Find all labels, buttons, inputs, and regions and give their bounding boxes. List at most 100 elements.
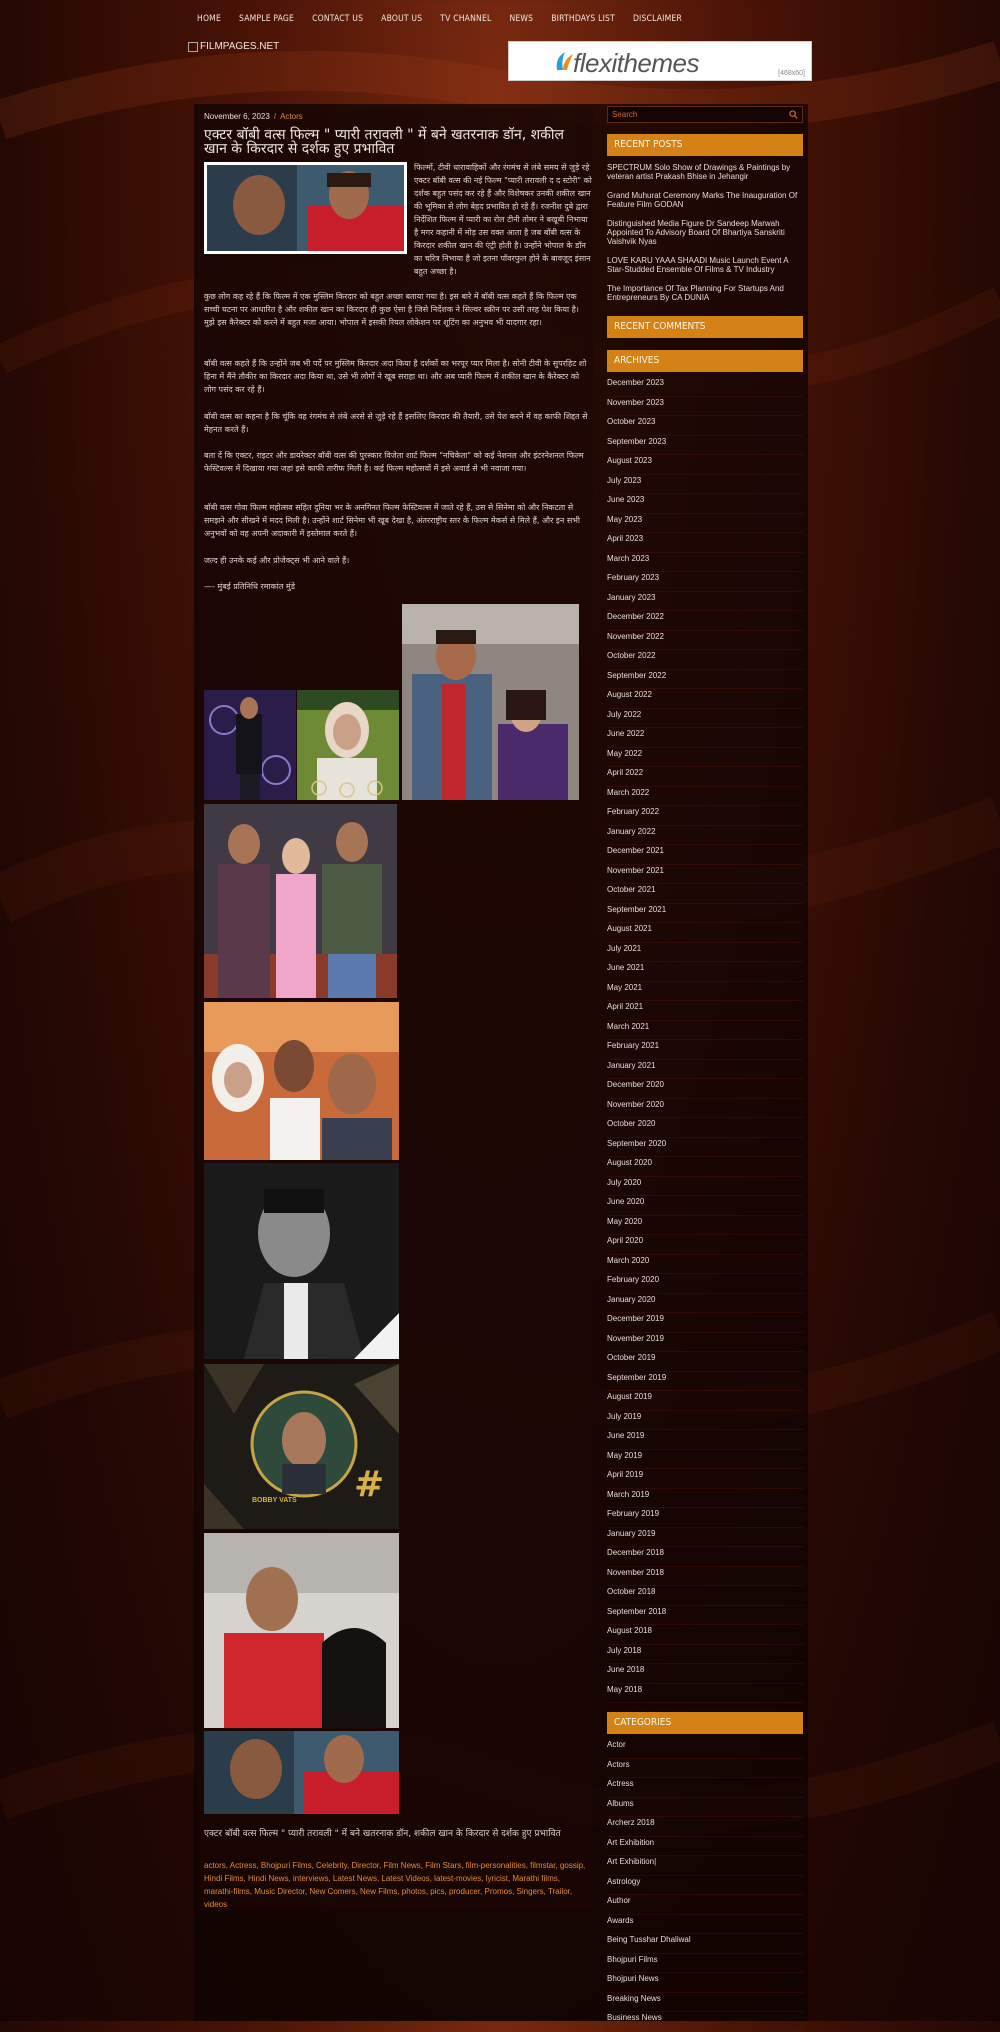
- recent-post-3[interactable]: Distinguished Media Figure Dr Sandeep Ma…: [607, 219, 803, 246]
- category-link[interactable]: Author: [607, 1895, 803, 1915]
- archive-link[interactable]: August 2020: [607, 1157, 803, 1177]
- archive-link[interactable]: July 2019: [607, 1411, 803, 1430]
- category-link[interactable]: Art Exhibition|: [607, 1856, 803, 1876]
- post-tags[interactable]: actors, Actress, Bhojpuri Films, Celebri…: [204, 1859, 590, 1911]
- gallery-photo-poster[interactable]: #: [204, 1364, 399, 1529]
- archive-link[interactable]: April 2023: [607, 533, 803, 553]
- archive-link[interactable]: October 2018: [607, 1586, 803, 1606]
- archive-link[interactable]: April 2021: [607, 1001, 803, 1021]
- site-logo[interactable]: FILMPAGES.NET: [188, 41, 279, 52]
- gallery-photo-award[interactable]: [204, 690, 296, 800]
- archive-link[interactable]: February 2022: [607, 806, 803, 826]
- archive-link[interactable]: February 2019: [607, 1508, 803, 1528]
- archive-link[interactable]: December 2021: [607, 845, 803, 865]
- archive-link[interactable]: May 2023: [607, 514, 803, 533]
- archive-link[interactable]: November 2020: [607, 1099, 803, 1118]
- archive-link[interactable]: February 2020: [607, 1274, 803, 1294]
- category-link[interactable]: Awards: [607, 1915, 803, 1934]
- nav-sample-page[interactable]: SAMPLE PAGE: [230, 8, 303, 30]
- archive-link[interactable]: January 2023: [607, 592, 803, 611]
- archive-link[interactable]: July 2022: [607, 709, 803, 728]
- archive-link[interactable]: May 2022: [607, 748, 803, 767]
- category-link[interactable]: Archerz 2018: [607, 1817, 803, 1837]
- search-icon[interactable]: [789, 110, 798, 119]
- recent-post-5[interactable]: The Importance Of Tax Planning For Start…: [607, 284, 803, 302]
- gallery-photo-couple[interactable]: [204, 1533, 399, 1728]
- archive-link[interactable]: July 2023: [607, 475, 803, 494]
- archive-link[interactable]: January 2019: [607, 1528, 803, 1547]
- archive-link[interactable]: March 2021: [607, 1021, 803, 1040]
- recent-post-2[interactable]: Grand Muhurat Ceremony Marks The Inaugur…: [607, 191, 803, 209]
- archive-link[interactable]: May 2020: [607, 1216, 803, 1235]
- archive-link[interactable]: October 2021: [607, 884, 803, 904]
- archive-link[interactable]: November 2023: [607, 397, 803, 416]
- advertisement-banner[interactable]: flexithemes [468x60]: [508, 41, 812, 81]
- archive-link[interactable]: December 2020: [607, 1079, 803, 1099]
- archive-link[interactable]: July 2020: [607, 1177, 803, 1196]
- gallery-photo-duo[interactable]: [402, 604, 579, 800]
- archive-link[interactable]: August 2019: [607, 1391, 803, 1411]
- gallery-photo-group[interactable]: [204, 804, 397, 998]
- archive-link[interactable]: October 2023: [607, 416, 803, 436]
- archive-link[interactable]: September 2022: [607, 670, 803, 689]
- archive-link[interactable]: March 2023: [607, 553, 803, 572]
- archive-link[interactable]: November 2019: [607, 1333, 803, 1352]
- archive-link[interactable]: September 2023: [607, 436, 803, 455]
- featured-image[interactable]: [204, 162, 407, 254]
- archive-link[interactable]: September 2018: [607, 1606, 803, 1625]
- archive-link[interactable]: February 2023: [607, 572, 803, 592]
- category-link[interactable]: Albums: [607, 1798, 803, 1817]
- archive-link[interactable]: September 2020: [607, 1138, 803, 1157]
- category-link[interactable]: Bhojpuri News: [607, 1973, 803, 1993]
- nav-tv-channel[interactable]: TV CHANNEL: [431, 8, 500, 30]
- gallery-photo-portrait-bw[interactable]: [204, 1163, 399, 1359]
- recent-post-4[interactable]: LOVE KARU YAAA SHAADI Music Launch Event…: [607, 256, 803, 274]
- search-box[interactable]: [607, 106, 803, 123]
- archive-link[interactable]: December 2019: [607, 1313, 803, 1333]
- archive-link[interactable]: August 2021: [607, 923, 803, 943]
- category-link[interactable]: Astrology: [607, 1876, 803, 1895]
- category-link[interactable]: Actress: [607, 1778, 803, 1798]
- archive-link[interactable]: January 2020: [607, 1294, 803, 1313]
- category-link[interactable]: Art Exhibition: [607, 1837, 803, 1856]
- archive-link[interactable]: June 2023: [607, 494, 803, 514]
- archive-link[interactable]: October 2019: [607, 1352, 803, 1372]
- archive-link[interactable]: March 2019: [607, 1489, 803, 1508]
- archive-link[interactable]: March 2022: [607, 787, 803, 806]
- nav-birthdays-list[interactable]: BIRTHDAYS LIST: [542, 8, 624, 30]
- search-input[interactable]: [612, 108, 782, 121]
- archive-link[interactable]: July 2021: [607, 943, 803, 962]
- nav-home[interactable]: HOME: [188, 8, 230, 30]
- archive-link[interactable]: April 2020: [607, 1235, 803, 1255]
- archive-link[interactable]: August 2018: [607, 1625, 803, 1645]
- gallery-photo-selfie[interactable]: [204, 1002, 399, 1160]
- archive-link[interactable]: October 2022: [607, 650, 803, 670]
- archive-link[interactable]: February 2021: [607, 1040, 803, 1060]
- archive-link[interactable]: September 2021: [607, 904, 803, 923]
- category-link[interactable]: Actor: [607, 1739, 803, 1759]
- archive-link[interactable]: April 2019: [607, 1469, 803, 1489]
- archive-link[interactable]: June 2020: [607, 1196, 803, 1216]
- nav-disclaimer[interactable]: DISCLAIMER: [624, 8, 691, 30]
- archive-link[interactable]: November 2022: [607, 631, 803, 650]
- nav-about-us[interactable]: ABOUT US: [372, 8, 431, 30]
- archive-link[interactable]: December 2023: [607, 377, 803, 397]
- archive-link[interactable]: December 2018: [607, 1547, 803, 1567]
- archive-link[interactable]: January 2021: [607, 1060, 803, 1079]
- archive-link[interactable]: May 2019: [607, 1450, 803, 1469]
- archive-link[interactable]: December 2022: [607, 611, 803, 631]
- nav-contact-us[interactable]: CONTACT US: [303, 8, 372, 30]
- post-category-link[interactable]: Actors: [280, 112, 303, 121]
- archive-link[interactable]: June 2019: [607, 1430, 803, 1450]
- nav-news[interactable]: NEWS: [500, 8, 542, 30]
- archive-link[interactable]: April 2022: [607, 767, 803, 787]
- archive-link[interactable]: July 2018: [607, 1645, 803, 1664]
- archive-link[interactable]: June 2018: [607, 1664, 803, 1684]
- archive-link[interactable]: May 2021: [607, 982, 803, 1001]
- archive-link[interactable]: January 2022: [607, 826, 803, 845]
- category-link[interactable]: Actors: [607, 1759, 803, 1778]
- category-link[interactable]: Bhojpuri Films: [607, 1954, 803, 1973]
- archive-link[interactable]: November 2018: [607, 1567, 803, 1586]
- gallery-photo-actress[interactable]: [297, 690, 399, 800]
- category-link[interactable]: Breaking News: [607, 1993, 803, 2012]
